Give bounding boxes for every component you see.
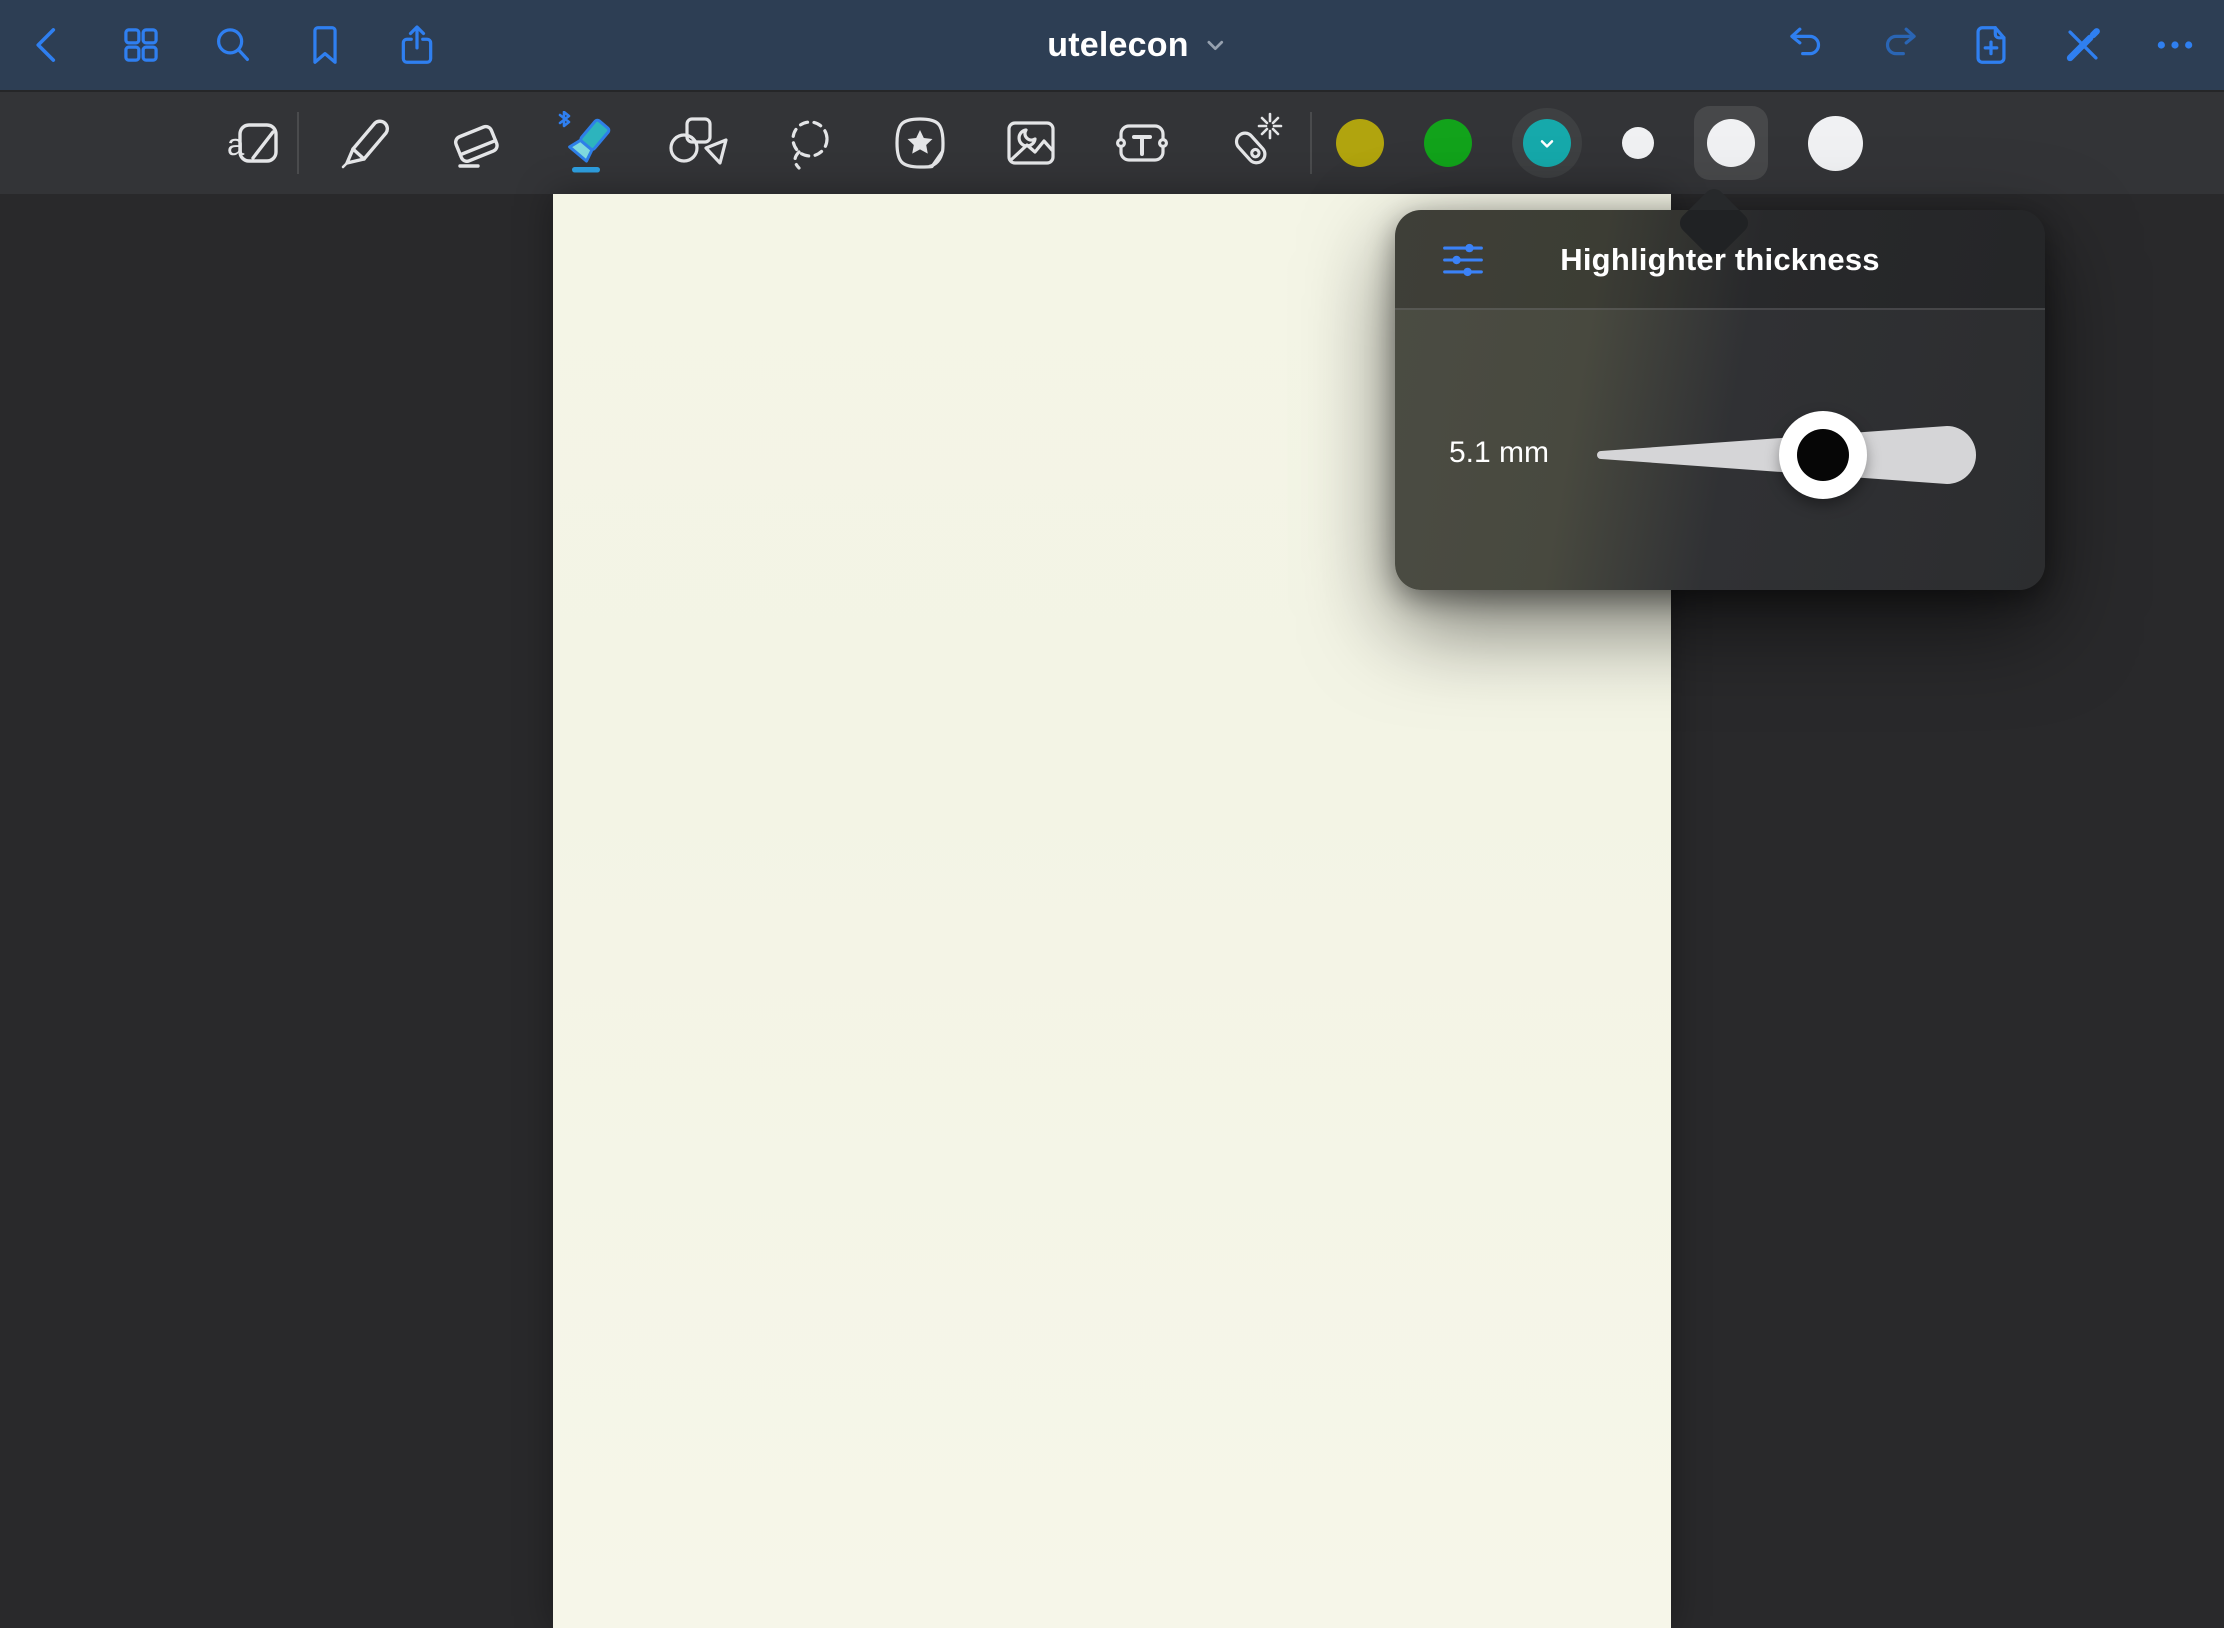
tool-group: a	[222, 92, 1285, 194]
back-icon	[26, 22, 72, 68]
color-swatch-teal	[1523, 119, 1571, 167]
bookmark-icon	[302, 22, 348, 68]
color-swatch-green[interactable]	[1424, 119, 1472, 167]
undo-icon	[1784, 22, 1830, 68]
swatch-group	[1336, 92, 1863, 194]
share-icon	[394, 22, 440, 68]
tool-lasso[interactable]	[777, 111, 841, 175]
add-page-button[interactable]	[1968, 22, 2014, 68]
eraser-icon	[444, 111, 508, 175]
tool-laser-pointer[interactable]	[1221, 111, 1285, 175]
tool-pen[interactable]	[333, 111, 397, 175]
thickness-value: 5.1 mm	[1449, 436, 1549, 470]
thickness-small[interactable]	[1622, 127, 1654, 159]
text-icon	[1110, 111, 1174, 175]
highlighter-thickness-popup: Highlighter thickness 5.1 mm	[1395, 210, 2045, 590]
slider-thumb-dot	[1797, 429, 1849, 481]
more-icon	[2152, 22, 2198, 68]
svg-text:a: a	[227, 127, 245, 162]
color-swatch-olive[interactable]	[1336, 119, 1384, 167]
topbar-right-group	[1784, 0, 2198, 90]
canvas-area: Highlighter thickness 5.1 mm	[0, 194, 2224, 1628]
tool-text[interactable]	[1110, 111, 1174, 175]
pages-overview-icon	[118, 22, 164, 68]
more-button[interactable]	[2152, 22, 2198, 68]
popup-title: Highlighter thickness	[1395, 210, 2045, 310]
lasso-icon	[777, 111, 841, 175]
topbar-left-group	[26, 0, 440, 90]
swatch-divider	[1310, 112, 1312, 174]
document-title-dropdown[interactable]: utelecon	[1047, 0, 1226, 90]
share-button[interactable]	[394, 22, 440, 68]
thickness-large[interactable]	[1808, 116, 1863, 171]
tool-image[interactable]	[999, 111, 1063, 175]
thickness-medium-dot	[1707, 119, 1755, 167]
image-icon	[999, 111, 1063, 175]
tool-highlighter[interactable]	[555, 111, 619, 175]
thickness-medium-selected[interactable]	[1694, 106, 1768, 180]
undo-button[interactable]	[1784, 22, 1830, 68]
tool-eraser[interactable]	[444, 111, 508, 175]
tool-bar: a	[0, 90, 2224, 194]
bookmark-button[interactable]	[302, 22, 348, 68]
search-icon	[210, 22, 256, 68]
popup-header: Highlighter thickness	[1395, 210, 2045, 310]
laser-pointer-icon	[1221, 111, 1285, 175]
popup-body: 5.1 mm	[1395, 310, 2045, 588]
tool-shapes[interactable]	[666, 111, 730, 175]
tool-elements[interactable]	[888, 111, 952, 175]
thickness-slider[interactable]	[1595, 310, 1995, 588]
document-title: utelecon	[1047, 26, 1188, 65]
back-button[interactable]	[26, 22, 72, 68]
pen-cross-button[interactable]	[2060, 22, 2106, 68]
highlighter-icon	[555, 111, 619, 175]
chevron-down-icon	[1537, 133, 1557, 153]
pen-icon	[333, 111, 397, 175]
slider-thumb[interactable]	[1779, 411, 1867, 499]
pages-overview-button[interactable]	[118, 22, 164, 68]
elements-sticker-icon	[888, 111, 952, 175]
pen-cross-icon	[2060, 22, 2106, 68]
redo-button[interactable]	[1876, 22, 1922, 68]
search-button[interactable]	[210, 22, 256, 68]
top-navigation-bar: utelecon	[0, 0, 2224, 90]
chevron-down-icon	[1205, 34, 1227, 56]
add-page-icon	[1968, 22, 2014, 68]
handwriting-aid-icon: a	[222, 111, 286, 175]
shapes-icon	[666, 111, 730, 175]
redo-icon	[1876, 22, 1922, 68]
tool-handwriting-aid[interactable]: a	[222, 111, 286, 175]
color-swatch-teal-selected[interactable]	[1512, 108, 1582, 178]
